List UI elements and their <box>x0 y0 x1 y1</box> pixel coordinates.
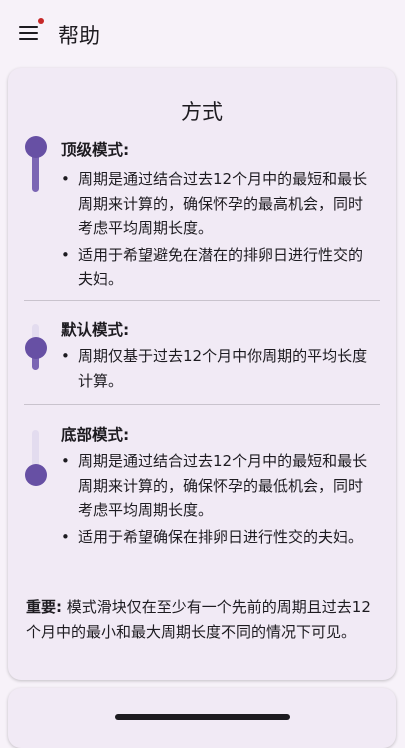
top-mode-bullets: 周期是通过结合过去12个月中的最短和最长周期来计算的，确保怀孕的最高机会，同时考… <box>55 167 377 292</box>
section-heading-top-mode: 顶级模式: <box>61 141 130 159</box>
slider-knob <box>25 337 47 359</box>
bottom-mode-bullets: 周期是通过结合过去12个月中的最短和最长周期来计算的，确保怀孕的最低机会，同时考… <box>55 449 377 549</box>
important-text: 模式滑块仅在至少有一个先前的周期且过去12个月中的最小和最大周期长度不同的情况下… <box>26 598 371 641</box>
bottom-mode-slider-illustration <box>25 430 47 486</box>
list-item: 适用于希望确保在排卵日进行性交的夫妇。 <box>55 525 377 550</box>
card-title: 方式 <box>181 100 223 124</box>
top-app-bar: 帮助 <box>0 0 405 66</box>
menu-icon[interactable] <box>14 18 44 46</box>
list-item: 周期是通过结合过去12个月中的最短和最长周期来计算的，确保怀孕的最高机会，同时考… <box>55 167 377 241</box>
section-heading-bottom-mode: 底部模式: <box>61 426 130 444</box>
gesture-navigation-bar[interactable] <box>115 714 290 720</box>
list-item: 周期是通过结合过去12个月中的最短和最长周期来计算的，确保怀孕的最低机会，同时考… <box>55 449 377 523</box>
section-heading-default-mode: 默认模式: <box>61 321 130 339</box>
slider-knob <box>25 136 47 158</box>
divider <box>24 404 380 405</box>
divider <box>24 300 380 301</box>
slider-knob <box>25 464 47 486</box>
page-title: 帮助 <box>58 24 100 48</box>
top-mode-slider-illustration <box>25 136 47 192</box>
default-mode-slider-illustration <box>25 324 47 372</box>
list-item: 周期仅基于过去12个月中你周期的平均长度计算。 <box>55 344 377 393</box>
notification-dot <box>38 18 44 24</box>
list-item: 适用于希望避免在潜在的排卵日进行性交的夫妇。 <box>55 243 377 292</box>
important-note: 重要: 模式滑块仅在至少有一个先前的周期且过去12个月中的最小和最大周期长度不同… <box>26 595 382 644</box>
modes-help-card: 方式 顶级模式: 周期是通过结合过去12个月中的最短和最长周期来计算的，确保怀孕… <box>8 68 396 680</box>
default-mode-bullets: 周期仅基于过去12个月中你周期的平均长度计算。 <box>55 344 377 393</box>
important-label: 重要: <box>26 598 62 616</box>
